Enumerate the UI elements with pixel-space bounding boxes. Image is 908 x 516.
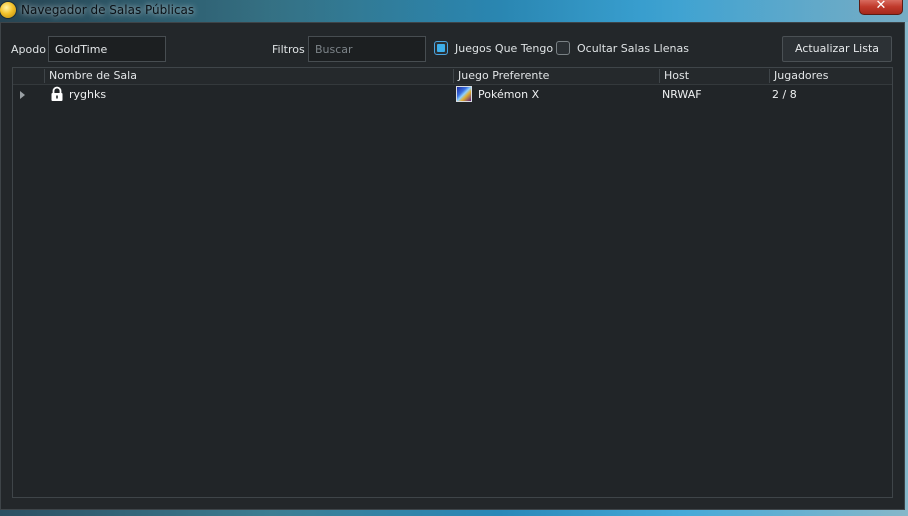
close-button[interactable]: ✕ [859, 0, 903, 15]
column-header-host[interactable]: Host [659, 69, 689, 83]
hide-full-rooms-label[interactable]: Ocultar Salas Llenas [577, 42, 689, 55]
table-row[interactable]: ryghks Pokémon X NRWAF 2 / 8 [13, 85, 892, 105]
room-list-table[interactable]: Nombre de Sala Juego Preferente Host Jug… [12, 67, 893, 498]
column-header-players[interactable]: Jugadores [769, 69, 828, 83]
owned-games-label[interactable]: Juegos Que Tengo [455, 42, 553, 55]
hide-full-rooms-checkbox[interactable] [556, 41, 570, 55]
players-count: 2 / 8 [772, 88, 797, 101]
table-header: Nombre de Sala Juego Preferente Host Jug… [13, 68, 892, 85]
window-title: Navegador de Salas Públicas [21, 3, 195, 17]
preferred-game: Pokémon X [478, 88, 540, 101]
game-icon [456, 86, 472, 102]
search-input[interactable] [308, 36, 426, 62]
expand-arrow-icon[interactable] [20, 91, 25, 99]
column-header-preferred-game[interactable]: Juego Preferente [453, 69, 549, 83]
lock-icon [51, 86, 63, 101]
room-browser-window: Apodo Filtros Juegos Que Tengo Ocultar S… [0, 22, 905, 510]
owned-games-checkbox[interactable] [434, 41, 448, 55]
app-coin-icon [0, 2, 16, 18]
title-bar: Navegador de Salas Públicas ✕ [0, 0, 908, 22]
close-icon[interactable]: ✕ [860, 0, 902, 13]
nickname-input[interactable] [48, 36, 166, 62]
column-header-room-name[interactable]: Nombre de Sala [44, 69, 137, 83]
filters-label: Filtros [272, 43, 305, 56]
host-name: NRWAF [662, 88, 702, 101]
room-name: ryghks [69, 88, 107, 101]
refresh-list-button[interactable]: Actualizar Lista [782, 36, 892, 62]
nickname-label: Apodo [11, 43, 46, 56]
